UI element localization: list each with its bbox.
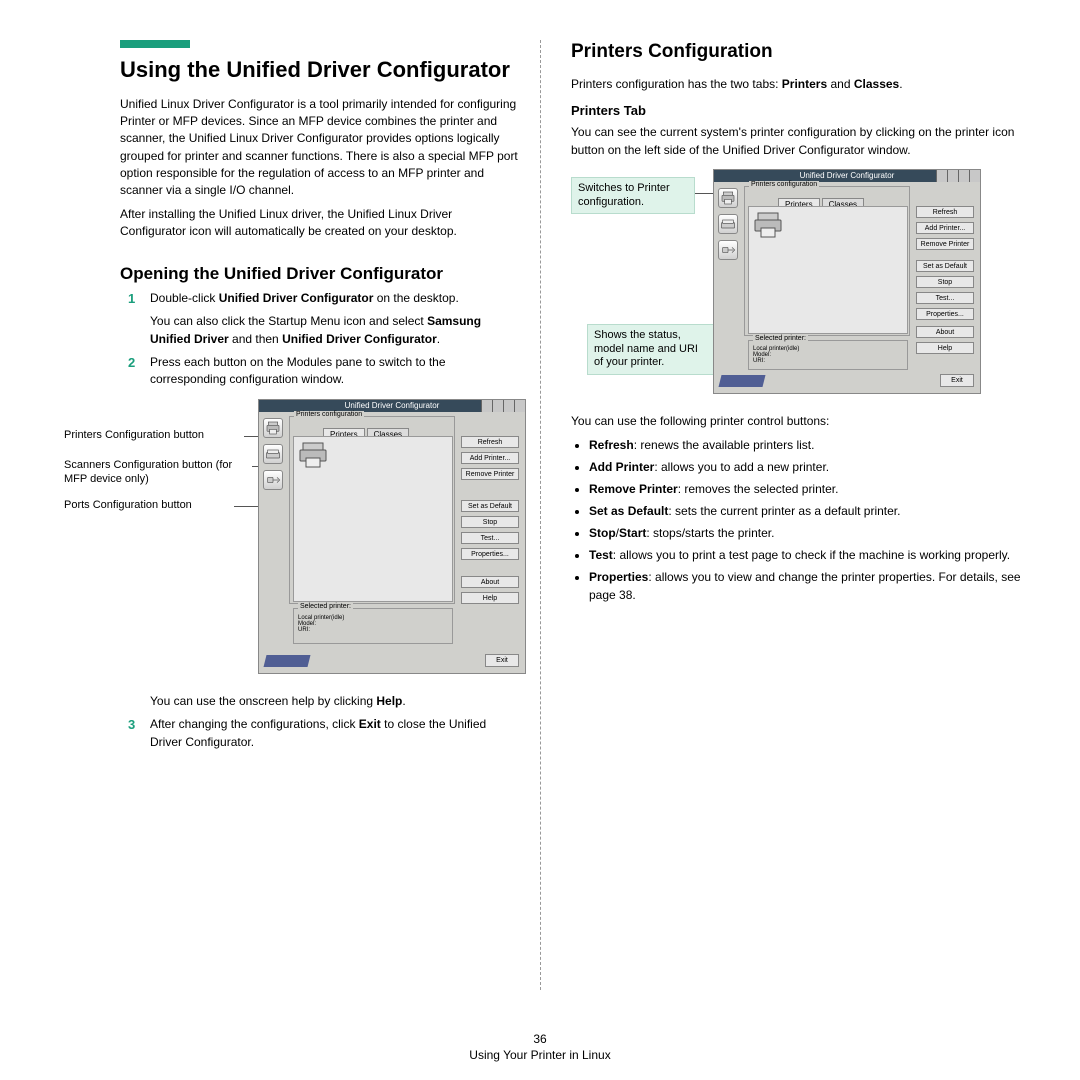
- remove-printer-button[interactable]: Remove Printer: [461, 468, 519, 480]
- page-heading: Using the Unified Driver Configurator: [120, 56, 520, 84]
- refresh-button[interactable]: Refresh: [461, 436, 519, 448]
- stop-button[interactable]: Stop: [916, 276, 974, 288]
- heading-printers-config: Printers Configuration: [571, 40, 1030, 64]
- window-controls: [936, 170, 980, 182]
- test-button[interactable]: Test...: [461, 532, 519, 544]
- samsung-logo: [264, 655, 311, 667]
- add-printer-button[interactable]: Add Printer...: [461, 452, 519, 464]
- scanners-config-button[interactable]: [718, 214, 738, 234]
- samsung-logo: [719, 375, 766, 387]
- printers-config-button[interactable]: [263, 418, 283, 438]
- step-number: 1: [128, 290, 135, 309]
- annotation-scanners: Scanners Configuration button (for MFP d…: [64, 459, 252, 487]
- subheading-opening: Opening the Unified Driver Configurator: [120, 263, 520, 284]
- step-number: 3: [128, 716, 135, 735]
- printers-list-area[interactable]: [293, 436, 453, 602]
- help-hint: You can use the onscreen help by clickin…: [150, 693, 520, 710]
- printer-icon: [265, 420, 281, 436]
- configurator-window-2: Unified Driver Configurator Printers c: [713, 169, 981, 394]
- about-button[interactable]: About: [461, 576, 519, 588]
- properties-button[interactable]: Properties...: [461, 548, 519, 560]
- add-printer-button[interactable]: Add Printer...: [916, 222, 974, 234]
- annotation-ports: Ports Configuration button: [64, 499, 234, 513]
- printers-config-button[interactable]: [718, 188, 738, 208]
- set-default-button[interactable]: Set as Default: [916, 260, 974, 272]
- remove-printer-button[interactable]: Remove Printer: [916, 238, 974, 250]
- step-number: 2: [128, 354, 135, 373]
- refresh-button[interactable]: Refresh: [916, 206, 974, 218]
- port-icon: [265, 473, 281, 487]
- test-button[interactable]: Test...: [916, 292, 974, 304]
- callout-switch: Switches to Printer configuration.: [571, 177, 695, 215]
- subheading-printers-tab: Printers Tab: [571, 103, 1030, 118]
- intro-paragraph-1: Unified Linux Driver Configurator is a t…: [120, 96, 520, 200]
- page-number: 36: [0, 1032, 1080, 1046]
- window-controls: [481, 400, 525, 412]
- callout-status: Shows the status, model name and URI of …: [587, 324, 715, 375]
- step-3: 3 After changing the configurations, cli…: [50, 716, 520, 751]
- step-1: 1 Double-click Unified Driver Configurat…: [50, 290, 520, 348]
- stop-button[interactable]: Stop: [461, 516, 519, 528]
- control-buttons-intro: You can use the following printer contro…: [571, 413, 1030, 430]
- exit-button[interactable]: Exit: [940, 374, 974, 387]
- printers-config-intro: Printers configuration has the two tabs:…: [571, 76, 1030, 93]
- set-default-button[interactable]: Set as Default: [461, 500, 519, 512]
- accent-bar: [120, 40, 190, 48]
- printers-tab-intro: You can see the current system's printer…: [571, 124, 1030, 159]
- printer-icon: [297, 440, 331, 470]
- help-button[interactable]: Help: [916, 342, 974, 354]
- exit-button[interactable]: Exit: [485, 654, 519, 667]
- configurator-window: Unified Driver Configurator: [258, 399, 526, 674]
- annotation-printers: Printers Configuration button: [64, 429, 244, 443]
- properties-button[interactable]: Properties...: [916, 308, 974, 320]
- right-column: Printers Configuration Printers configur…: [540, 40, 1030, 990]
- page-footer: 36 Using Your Printer in Linux: [0, 1032, 1080, 1062]
- printers-list-area[interactable]: [748, 206, 908, 334]
- help-button[interactable]: Help: [461, 592, 519, 604]
- about-button[interactable]: About: [916, 326, 974, 338]
- printer-icon: [752, 210, 786, 240]
- intro-paragraph-2: After installing the Unified Linux drive…: [120, 206, 520, 241]
- scanner-icon: [265, 447, 281, 461]
- ports-config-button[interactable]: [263, 470, 283, 490]
- printer-icon: [720, 190, 736, 206]
- ports-config-button[interactable]: [718, 240, 738, 260]
- figure-configurator: Printers Configuration button Scanners C…: [50, 399, 520, 679]
- scanners-config-button[interactable]: [263, 444, 283, 464]
- step-2: 2 Press each button on the Modules pane …: [50, 354, 520, 389]
- left-column: Using the Unified Driver Configurator Un…: [50, 40, 540, 990]
- port-icon: [720, 243, 736, 257]
- figure-printers-tab: Switches to Printer configuration. Shows…: [571, 169, 1030, 399]
- control-buttons-list: Refresh: renews the available printers l…: [589, 436, 1030, 604]
- scanner-icon: [720, 217, 736, 231]
- footer-text: Using Your Printer in Linux: [469, 1048, 610, 1062]
